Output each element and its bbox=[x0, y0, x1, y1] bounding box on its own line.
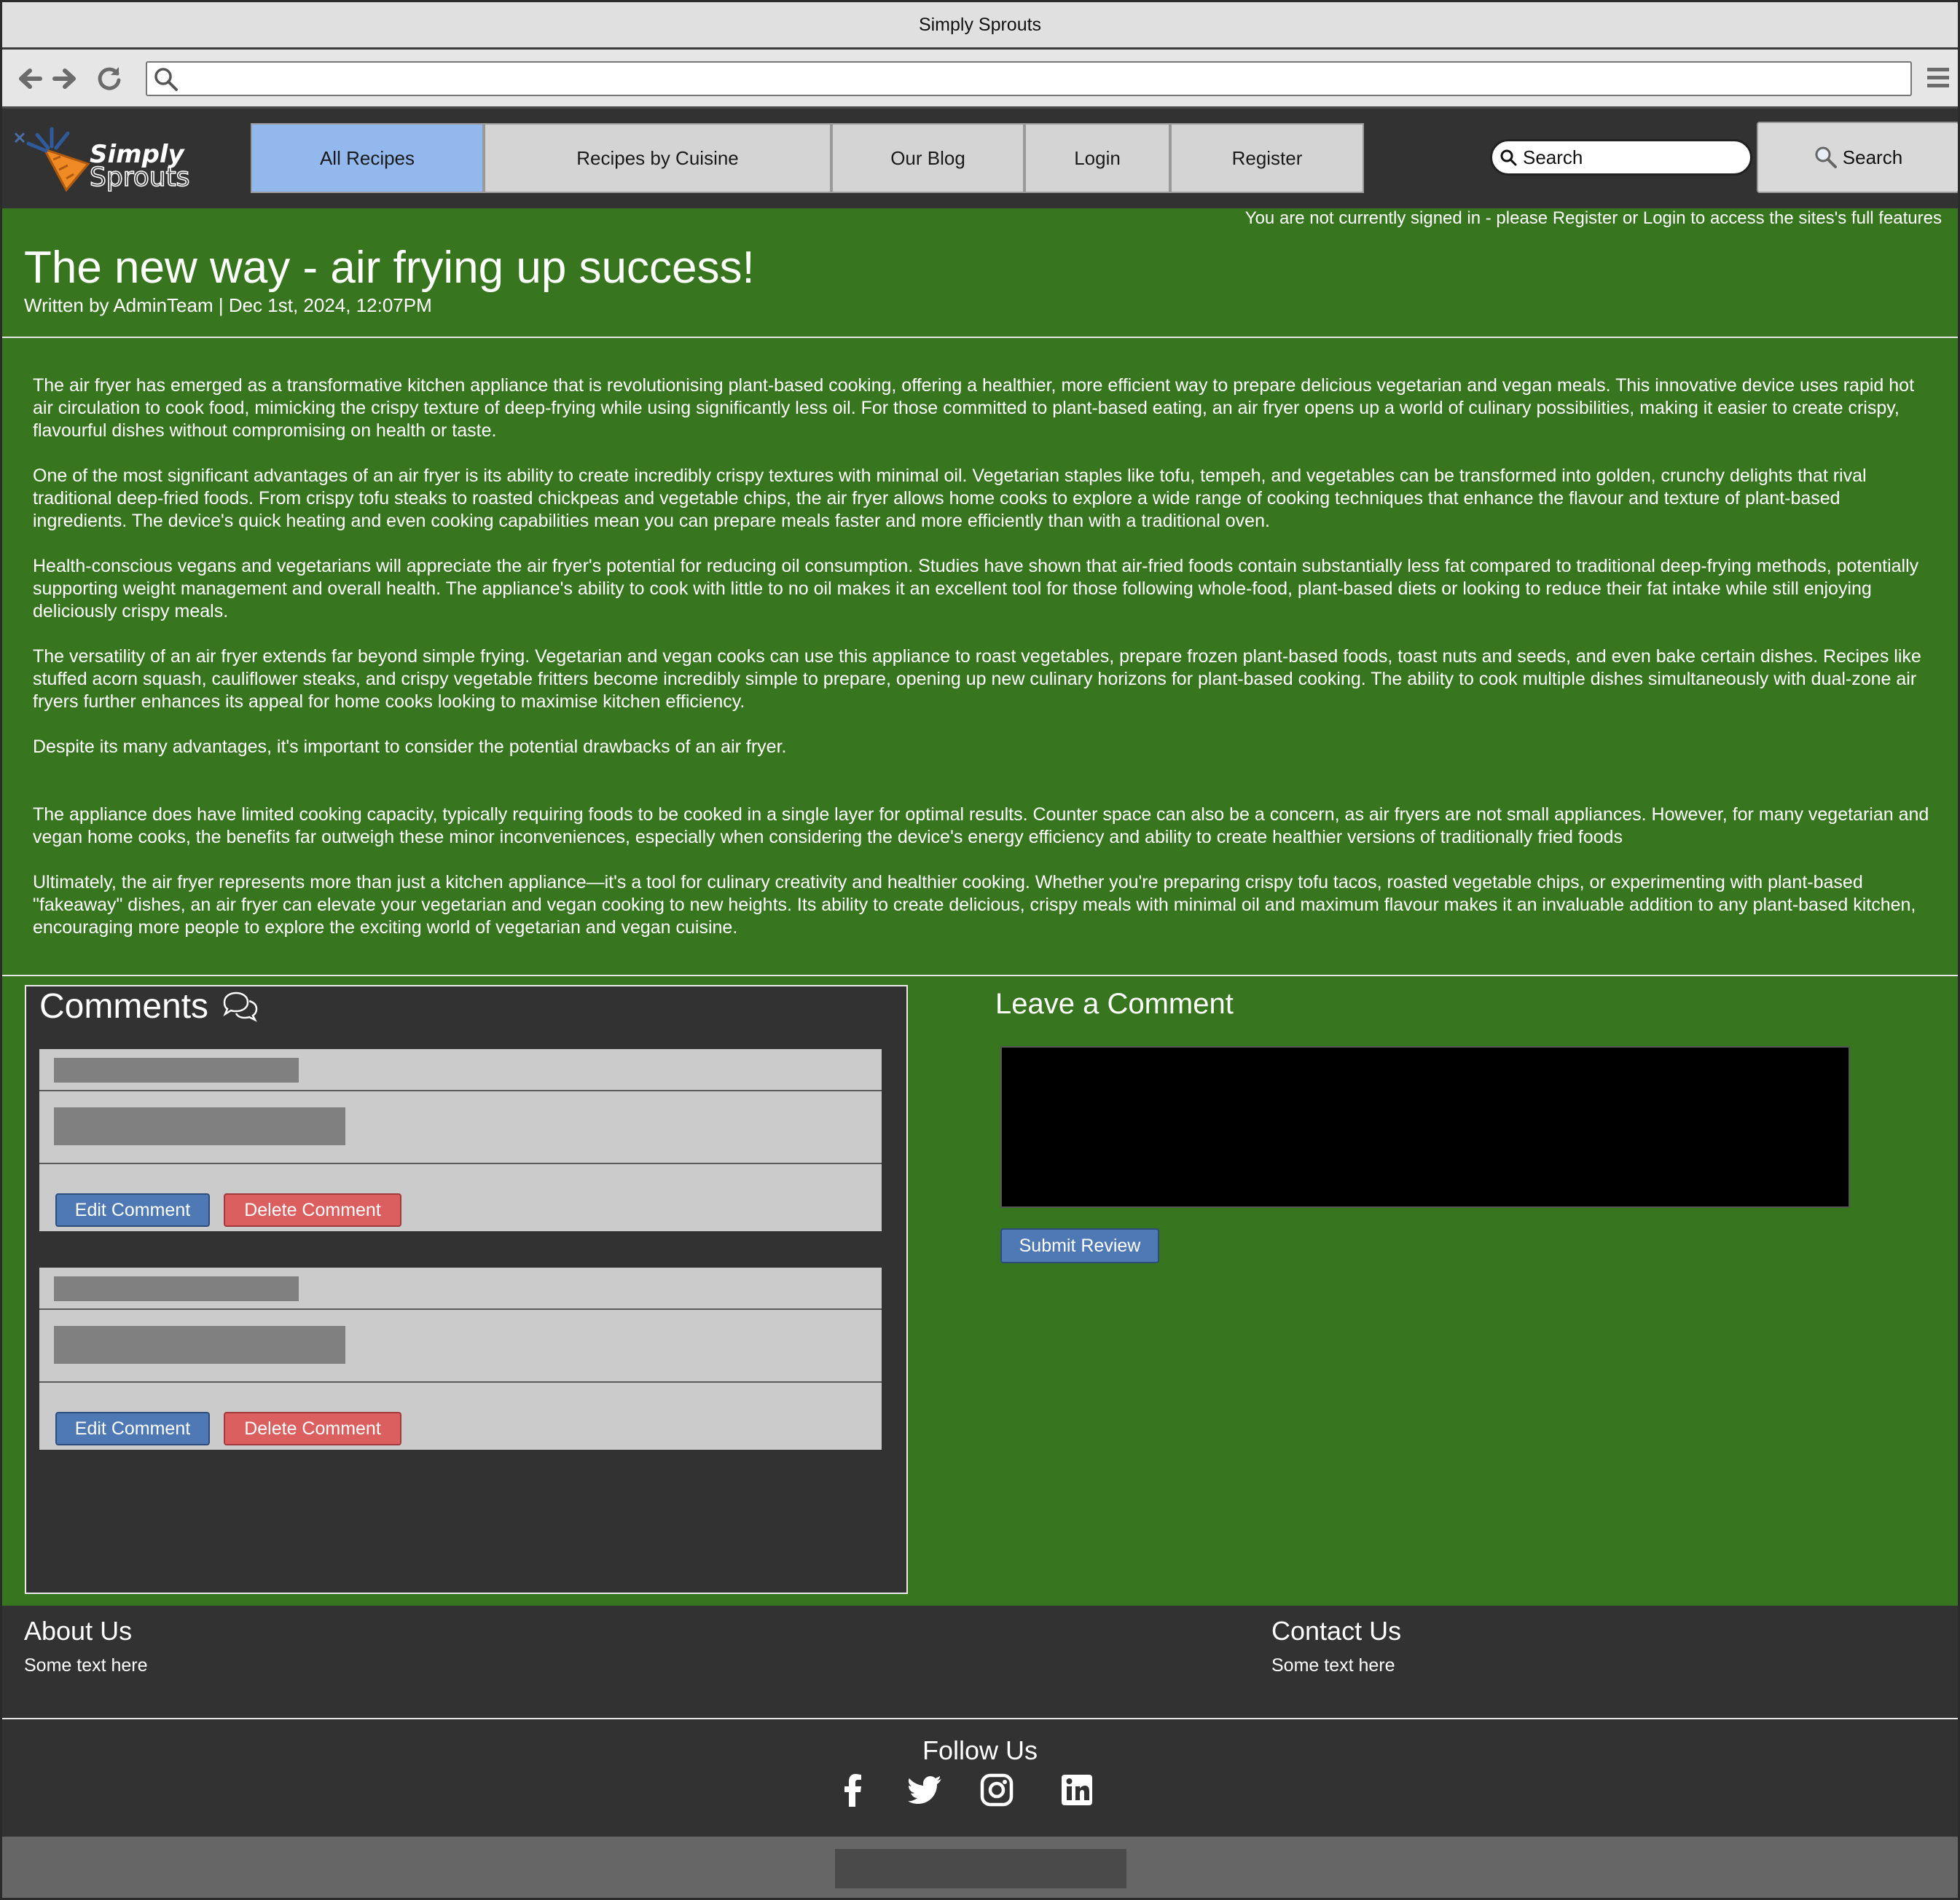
site-footer: About Us Some text here Contact Us Some … bbox=[2, 1606, 1958, 1898]
magnifier-icon bbox=[1815, 146, 1837, 168]
contact-us-text: Some text here bbox=[1271, 1655, 1395, 1676]
tab-all-recipes[interactable]: All Recipes bbox=[251, 123, 484, 193]
divider bbox=[2, 975, 1958, 976]
main-content: You are not currently signed in - please… bbox=[2, 208, 1958, 1606]
delete-comment-button[interactable]: Delete Comment bbox=[224, 1412, 401, 1445]
button-label: Edit Comment bbox=[74, 1418, 191, 1439]
linkedin-icon[interactable] bbox=[1059, 1772, 1095, 1808]
browser-title-bar: Simply Sprouts bbox=[2, 2, 1958, 50]
submit-review-button[interactable]: Submit Review bbox=[1000, 1228, 1159, 1263]
comment-body bbox=[39, 1091, 882, 1164]
svg-text:Sprouts: Sprouts bbox=[90, 162, 189, 192]
tab-register[interactable]: Register bbox=[1170, 123, 1364, 193]
tab-our-blog[interactable]: Our Blog bbox=[831, 123, 1024, 193]
button-label: Delete Comment bbox=[244, 1199, 381, 1220]
article-paragraph: The air fryer has emerged as a transform… bbox=[33, 375, 1915, 441]
about-us-text: Some text here bbox=[24, 1655, 148, 1676]
edit-comment-button[interactable]: Edit Comment bbox=[55, 1193, 210, 1227]
button-label: Delete Comment bbox=[244, 1418, 381, 1439]
article-paragraph: Ultimately, the air fryer represents mor… bbox=[33, 872, 1916, 938]
simply-sprouts-logo[interactable]: Simply Sprouts bbox=[8, 126, 234, 192]
comment-textarea[interactable] bbox=[1000, 1046, 1850, 1208]
delete-comment-button[interactable]: Delete Comment bbox=[224, 1193, 401, 1227]
leave-comment-heading: Leave a Comment bbox=[995, 988, 1234, 1020]
chat-bubbles-icon bbox=[223, 992, 258, 1022]
comment-header bbox=[39, 1049, 882, 1091]
comments-title: Comments bbox=[39, 987, 209, 1026]
copyright-placeholder bbox=[835, 1849, 1126, 1888]
button-label: Submit Review bbox=[1019, 1235, 1141, 1256]
tab-recipes-by-cuisine[interactable]: Recipes by Cuisine bbox=[484, 123, 831, 193]
button-label: Edit Comment bbox=[74, 1199, 191, 1220]
article-paragraph: Health-conscious vegans and vegetarians … bbox=[33, 556, 1919, 621]
back-arrow-icon[interactable] bbox=[15, 64, 44, 93]
comment-card: Edit Comment Delete Comment bbox=[39, 1049, 882, 1231]
browser-toolbar bbox=[2, 50, 1958, 109]
search-icon bbox=[154, 68, 178, 91]
window-title: Simply Sprouts bbox=[918, 14, 1042, 35]
comment-text-placeholder bbox=[54, 1326, 345, 1364]
comment-author-placeholder bbox=[54, 1058, 299, 1083]
tab-label: Login bbox=[1074, 146, 1121, 169]
comment-header bbox=[39, 1268, 882, 1310]
edit-comment-button[interactable]: Edit Comment bbox=[55, 1412, 210, 1445]
search-placeholder: Search bbox=[1523, 146, 1583, 168]
comment-text-placeholder bbox=[54, 1107, 345, 1145]
contact-us-heading: Contact Us bbox=[1271, 1616, 1402, 1646]
tab-label: All Recipes bbox=[319, 146, 415, 169]
site-search-input[interactable]: Search bbox=[1490, 139, 1752, 176]
tab-label: Our Blog bbox=[890, 146, 965, 169]
comment-actions: Edit Comment Delete Comment bbox=[39, 1383, 882, 1450]
carrot-logo-icon bbox=[14, 127, 90, 192]
instagram-icon[interactable] bbox=[979, 1772, 1015, 1808]
follow-us-heading: Follow Us bbox=[922, 1735, 1038, 1765]
comments-panel: Comments Edit Comment Delete Comment Edi… bbox=[25, 985, 908, 1594]
browser-window: Simply Sprouts Simply Sprouts All Recipe… bbox=[0, 0, 1960, 1900]
tab-label: Recipes by Cuisine bbox=[576, 146, 739, 169]
divider bbox=[2, 1718, 1958, 1719]
search-button-label: Search bbox=[1842, 146, 1903, 168]
search-button[interactable]: Search bbox=[1757, 122, 1958, 193]
comment-author-placeholder bbox=[54, 1276, 299, 1301]
article-paragraph: Despite its many advantages, it's import… bbox=[33, 737, 787, 757]
about-us-heading: About Us bbox=[24, 1616, 133, 1646]
bottom-bar bbox=[2, 1837, 1958, 1898]
article-paragraph: The versatility of an air fryer extends … bbox=[33, 646, 1921, 712]
address-bar[interactable] bbox=[146, 61, 1912, 96]
tab-login[interactable]: Login bbox=[1024, 123, 1170, 193]
post-title: The new way - air frying up success! bbox=[24, 243, 755, 293]
reload-icon[interactable] bbox=[95, 64, 124, 93]
article-paragraph: The appliance does have limited cooking … bbox=[33, 804, 1929, 847]
comment-body bbox=[39, 1310, 882, 1383]
comment-actions: Edit Comment Delete Comment bbox=[39, 1164, 882, 1231]
twitter-icon[interactable] bbox=[907, 1772, 944, 1808]
search-icon bbox=[1500, 149, 1517, 166]
facebook-icon[interactable] bbox=[835, 1772, 871, 1808]
tab-label: Register bbox=[1231, 146, 1303, 169]
comments-heading: Comments bbox=[39, 986, 259, 1026]
menu-icon[interactable] bbox=[1926, 66, 1951, 90]
signin-status-note: You are not currently signed in - please… bbox=[1244, 208, 1942, 228]
divider bbox=[2, 337, 1958, 338]
site-header: Simply Sprouts All Recipes Recipes by Cu… bbox=[2, 109, 1958, 208]
article-body: The air fryer has emerged as a transform… bbox=[33, 374, 1934, 962]
post-meta: Written by AdminTeam | Dec 1st, 2024, 12… bbox=[24, 294, 432, 316]
article-paragraph: One of the most significant advantages o… bbox=[33, 466, 1867, 531]
forward-arrow-icon[interactable] bbox=[50, 64, 79, 93]
comment-card: Edit Comment Delete Comment bbox=[39, 1268, 882, 1450]
